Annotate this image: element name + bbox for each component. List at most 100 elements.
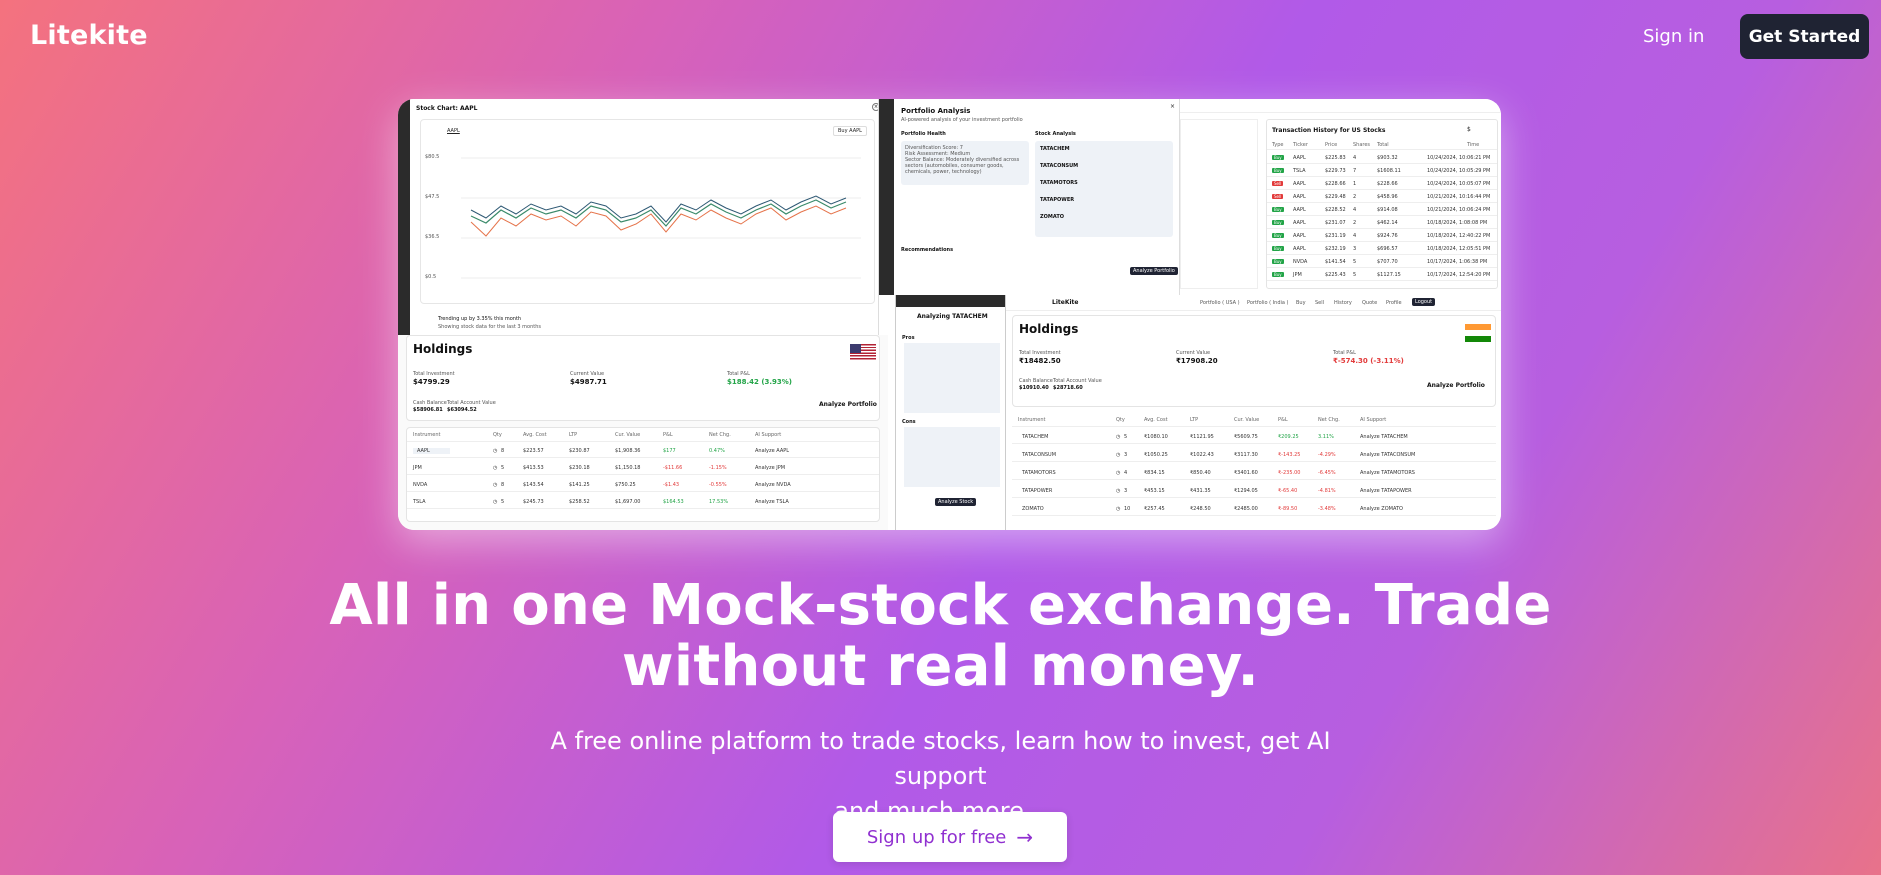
holdings-india-panel: LiteKite Portfolio ( USA ) Portfolio ( I… — [1005, 295, 1501, 530]
sign-up-button[interactable]: Sign up for free → — [833, 812, 1067, 862]
in-summary: Holdings Total Investment ₹18482.50 Curr… — [1012, 315, 1496, 407]
pa-subtitle: AI-powered analysis of your investment p… — [901, 117, 1023, 123]
stock-chart-panel: Stock Chart: AAPL × AAPL Buy AAPL $80.5 … — [410, 99, 879, 335]
holdings-us-table: Instrument Qty Avg. Cost LTP Cur. Value … — [406, 427, 880, 522]
table-row[interactable]: TATACHEM ◷ 5 ₹1080.10 ₹1121.95 ₹5609.75 … — [1012, 430, 1496, 444]
holdings-us-title: Holdings — [413, 342, 473, 356]
in-holdings-table: Instrument Qty Avg. Cost LTP Cur. Value … — [1012, 413, 1496, 525]
tx-row[interactable]: Buy AAPL $225.83 4 $903.32 10/24/2024, 10:06:… — [1267, 152, 1497, 164]
pa-stock-heading: Stock Analysis — [1035, 131, 1076, 137]
nav-quote[interactable]: Quote — [1362, 300, 1377, 306]
tx-row[interactable]: Buy AAPL $232.19 3 $696.57 10/18/2024, 12:05:… — [1267, 243, 1497, 255]
in-cash-label: Cash Balance — [1019, 378, 1053, 384]
nav-logout[interactable]: Logout — [1412, 298, 1436, 306]
buy-aapl-button[interactable]: Buy AAPL — [833, 126, 867, 136]
in-brand[interactable]: LiteKite — [1052, 299, 1078, 306]
analyzing-title: Analyzing TATACHEM — [917, 313, 988, 320]
tx-row[interactable]: Buy AAPL $228.52 4 $914.08 10/21/2024, 10:06:… — [1267, 204, 1497, 216]
nav-sell[interactable]: Sell — [1315, 300, 1324, 306]
chart-tab-aapl[interactable]: AAPL — [447, 128, 460, 134]
in-total-pnl: ₹-574.30 (-3.11%) — [1333, 357, 1404, 365]
brand-logo[interactable]: Litekite — [30, 20, 148, 51]
tx-row[interactable]: Buy TSLA $229.73 7 $1608.11 10/24/2024, 10:05… — [1267, 165, 1497, 177]
in-table-header: Instrument Qty Avg. Cost LTP Cur. Value … — [1012, 413, 1496, 427]
table-row[interactable]: TATAMOTORS ◷ 4 ₹834.15 ₹850.40 ₹3401.60 … — [1012, 466, 1496, 480]
headline-line-2: without real money. — [621, 634, 1260, 699]
product-screenshot-collage: Stock Chart: AAPL × AAPL Buy AAPL $80.5 … — [398, 99, 1501, 530]
table-row[interactable]: TSLA ◷ 5 $245.73 $258.52 $1,697.00 $164.… — [407, 495, 879, 509]
hero-headline: All in one Mock-stock exchange. Trade wi… — [200, 575, 1681, 697]
subtitle-line-1: A free online platform to trade stocks, … — [550, 727, 1331, 790]
pa-analyze-button[interactable]: Analyze Portfolio — [1130, 267, 1178, 275]
nav-history[interactable]: History — [1334, 300, 1352, 306]
in-analyze-portfolio-button[interactable]: Analyze Portfolio — [1427, 382, 1485, 389]
in-cash: $10910.40 — [1019, 385, 1049, 391]
in-current-value: ₹17908.20 — [1176, 357, 1218, 365]
in-account-label: Total Account Value — [1053, 378, 1102, 384]
chart-trend-text: Trending up by 3.35% this month — [438, 316, 522, 322]
headline-line-1: All in one Mock-stock exchange. Trade — [329, 573, 1552, 638]
pa-title: Portfolio Analysis — [901, 107, 971, 115]
portfolio-analysis-modal: Portfolio Analysis AI-powered analysis o… — [879, 99, 1179, 295]
in-holdings-title: Holdings — [1019, 322, 1079, 336]
backdrop-strip — [398, 99, 410, 335]
us-account-label: Total Account Value — [447, 400, 496, 406]
nav-portfolio-usa[interactable]: Portfolio ( USA ) — [1200, 300, 1240, 306]
us-table-header: Instrument Qty Avg. Cost LTP Cur. Value … — [407, 428, 879, 442]
in-current-value-label: Current Value — [1176, 350, 1211, 356]
tx-currency: $ — [1467, 126, 1471, 133]
holdings-us-panel: Holdings Total Investment $4799.29 Curre… — [398, 335, 888, 530]
tx-row[interactable]: Buy NVDA $141.54 5 $707.70 10/17/2024, 1:06:3… — [1267, 256, 1497, 268]
pa-health-box: Diversification Score: 7 Risk Assessment… — [901, 141, 1029, 185]
tx-header: Type Ticker Price Shares Total Time — [1267, 140, 1497, 150]
pros-heading: Pros — [902, 335, 915, 341]
close-icon[interactable]: × — [1170, 103, 1175, 110]
india-flag-icon — [1465, 324, 1491, 342]
cons-box — [904, 427, 1000, 487]
analyze-stock-button[interactable]: Analyze Stock — [935, 498, 977, 506]
table-row[interactable]: TATACONSUM ◷ 3 ₹1050.25 ₹1022.43 ₹3117.3… — [1012, 448, 1496, 462]
tx-row[interactable]: Buy JPM $225.43 5 $1127.15 10/17/2024, 12:54:… — [1267, 269, 1497, 281]
us-total-investment: $4799.29 — [413, 378, 450, 386]
close-icon[interactable]: × — [872, 103, 878, 111]
arrow-right-icon: → — [1016, 825, 1034, 849]
in-total-pnl-label: Total P&L — [1333, 350, 1356, 356]
nav-buy[interactable]: Buy — [1296, 300, 1306, 306]
pa-stock-list: TATACHEM TATACONSUM TATAMOTORS TATAPOWER… — [1035, 141, 1173, 237]
in-account: $28718.60 — [1053, 385, 1083, 391]
y-tick-3: $36.5 — [425, 234, 440, 240]
us-analyze-portfolio-button[interactable]: Analyze Portfolio — [819, 401, 877, 408]
sign-up-label: Sign up for free — [866, 826, 1007, 848]
table-row[interactable]: TATAPOWER ◷ 3 ₹453.15 ₹431.35 ₹1294.05 ₹… — [1012, 484, 1496, 498]
table-row[interactable]: AAPL ◷ 8 $223.57 $230.87 $1,908.36 $177 … — [407, 444, 879, 458]
nav-profile[interactable]: Profile — [1386, 300, 1402, 306]
chart-card: AAPL Buy AAPL $80.5 $47.5 $36.5 $0.5 — [420, 119, 875, 304]
transaction-history-panel: Transaction History for US Stocks $ Type… — [1179, 99, 1501, 295]
in-total-investment-label: Total Investment — [1019, 350, 1061, 356]
tx-row[interactable]: Sell AAPL $229.48 2 $458.96 10/21/2024, 10:16… — [1267, 191, 1497, 203]
get-started-button[interactable]: Get Started — [1740, 14, 1869, 59]
us-cash-label: Cash Balance — [413, 400, 447, 406]
tx-row[interactable]: Sell AAPL $228.66 1 $228.66 10/24/2024, 10:05… — [1267, 178, 1497, 190]
chart-trend-note: Showing stock data for the last 3 months — [438, 324, 541, 330]
table-row[interactable]: NVDA ◷ 8 $143.54 $141.25 $750.25 -$1.43 … — [407, 478, 879, 492]
pa-recommendations: Recommendations — [901, 247, 954, 253]
table-row[interactable]: ZOMATO ◷ 10 ₹257.45 ₹248.50 ₹2485.00 ₹-8… — [1012, 502, 1496, 516]
pros-box — [904, 343, 1000, 413]
y-tick-4: $0.5 — [425, 274, 437, 280]
cons-heading: Cons — [902, 419, 916, 425]
y-tick-2: $47.5 — [425, 194, 440, 200]
us-current-value: $4987.71 — [570, 378, 607, 386]
us-total-pnl-label: Total P&L — [727, 371, 750, 377]
sign-in-link[interactable]: Sign in — [1643, 26, 1704, 47]
us-flag-icon — [850, 344, 876, 361]
chart-panel-title: Stock Chart: AAPL — [416, 105, 478, 112]
us-cash: $58906.81 — [413, 407, 443, 413]
tx-row[interactable]: Buy AAPL $231.07 2 $462.14 10/18/2024, 1:08:0… — [1267, 217, 1497, 229]
stock-price-chart — [461, 157, 861, 279]
tx-row[interactable]: Buy AAPL $231.19 4 $924.76 10/18/2024, 12:40:… — [1267, 230, 1497, 242]
us-current-value-label: Current Value — [570, 371, 605, 377]
in-total-investment: ₹18482.50 — [1019, 357, 1061, 365]
nav-portfolio-india[interactable]: Portfolio ( India ) — [1247, 300, 1289, 306]
table-row[interactable]: JPM ◷ 5 $413.53 $230.18 $1,150.18 -$11.6… — [407, 461, 879, 475]
